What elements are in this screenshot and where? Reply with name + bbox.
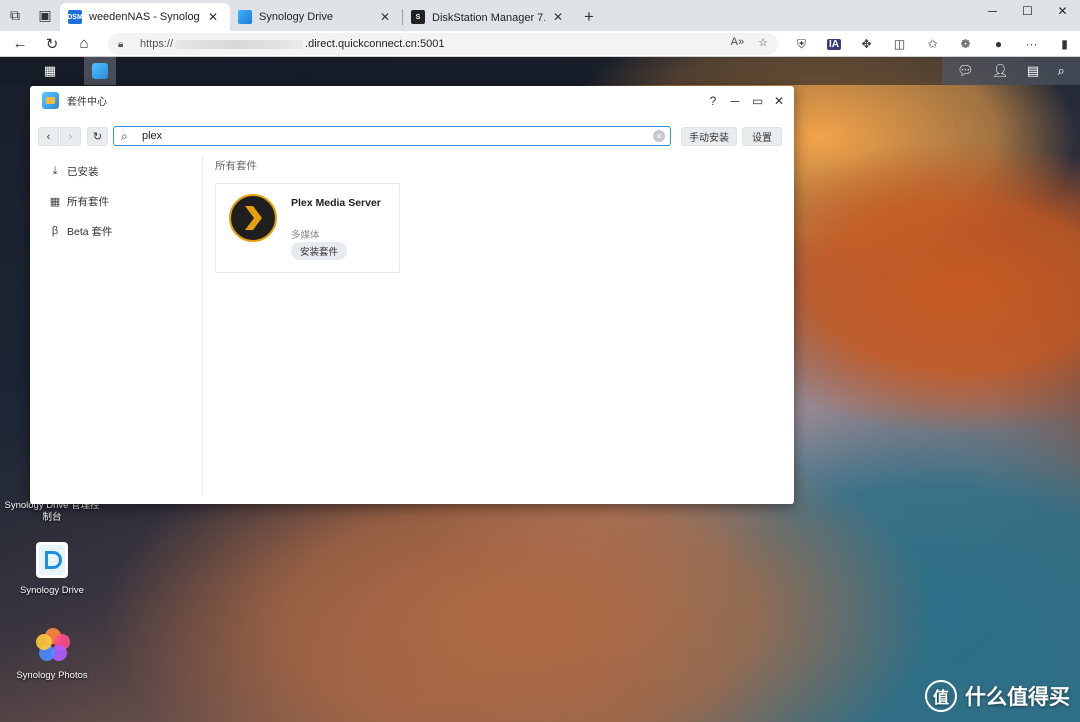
tab-diskstation-manager[interactable]: S DiskStation Manager 7.2 | 群晖科 ✕ xyxy=(403,3,575,31)
manual-install-button[interactable]: 手动安装 xyxy=(681,127,737,146)
package-toolbar: ‹ › ↻ ⌕ plex ✕ 手动安装 设置 xyxy=(38,125,788,147)
browser-minimize-button[interactable]: ─ xyxy=(975,0,1010,22)
package-center-app-icon xyxy=(42,92,59,109)
tab-label: weedenNAS - Synology NAS xyxy=(89,11,200,23)
package-category: 多媒体 xyxy=(291,230,320,241)
url-field[interactable]: 🔒︎ https:// .direct.quickconnect.cn:5001… xyxy=(108,33,778,55)
package-content: 所有套件 Plex Media Server 多媒体 安装套件 xyxy=(215,158,785,494)
reload-icon[interactable]: ↻ xyxy=(36,31,68,57)
beta-icon: β xyxy=(51,225,59,237)
watermark: 值 什么值得买 xyxy=(925,680,1070,712)
dsm-taskbar-right: 💬︎ 👤︎ ▤ ⌕ xyxy=(942,57,1080,85)
install-package-button[interactable]: 安装套件 xyxy=(291,242,347,260)
search-value[interactable]: plex xyxy=(142,130,653,142)
collections-icon[interactable]: ❁ xyxy=(949,37,982,51)
url-protocol: https:// xyxy=(140,38,174,50)
browser-window-controls: ─ ☐ ✕ xyxy=(975,0,1080,22)
browser-maximize-button[interactable]: ☐ xyxy=(1010,0,1045,22)
url-redacted-segment xyxy=(175,39,304,49)
sidebar-item-label: 所有套件 xyxy=(67,195,109,208)
tab-synology-drive[interactable]: Synology Drive ✕ xyxy=(230,3,402,31)
sidebar-item-all-packages[interactable]: ▦ 所有套件 xyxy=(30,186,202,216)
synology-photos-app-icon xyxy=(33,625,71,665)
main-menu-grid-icon[interactable]: ▦ xyxy=(32,57,68,85)
shield-extension-icon[interactable]: ⛨ xyxy=(785,37,818,52)
favorite-star-icon[interactable]: ☆ xyxy=(758,36,768,49)
synology-drive-app-icon xyxy=(33,540,71,580)
sidebar-item-label: 已安装 xyxy=(67,165,99,178)
dsm-favicon-icon: DSM xyxy=(67,10,83,24)
workspaces-icon[interactable]: ⧉ xyxy=(0,0,30,31)
notification-icon[interactable]: 💬︎ xyxy=(957,63,974,79)
desktop-icon-synology-photos[interactable]: Synology Photos xyxy=(0,625,107,681)
window-title-bar[interactable]: 套件中心 ? ─ ▭ ✕ xyxy=(30,86,794,115)
browser-tab-bar: ⧉ ▣ DSM weedenNAS - Synology NAS ✕ Synol… xyxy=(0,0,1080,31)
sidebar-item-installed[interactable]: ⤓ 已安装 xyxy=(30,156,202,186)
read-aloud-icon[interactable]: A» xyxy=(731,36,744,49)
desktop-icon-label: Synology Drive xyxy=(20,585,84,596)
desktop-icon-synology-drive[interactable]: Synology Drive xyxy=(0,540,107,596)
new-tab-icon[interactable]: + xyxy=(575,3,603,31)
browser-close-button[interactable]: ✕ xyxy=(1045,0,1080,22)
more-menu-icon[interactable]: ··· xyxy=(1015,37,1048,51)
split-screen-icon[interactable]: ◫ xyxy=(883,37,916,51)
tab-label: DiskStation Manager 7.2 | 群晖科 xyxy=(432,12,545,24)
home-icon[interactable]: ⌂ xyxy=(68,31,100,57)
tab-close-icon[interactable]: ✕ xyxy=(378,10,392,24)
synology-drive-favicon-icon xyxy=(238,10,252,24)
window-controls: ? ─ ▭ ✕ xyxy=(708,86,784,115)
maximize-button[interactable]: ▭ xyxy=(752,94,763,108)
search-icon: ⌕ xyxy=(121,128,128,143)
package-card-plex[interactable]: Plex Media Server 多媒体 安装套件 xyxy=(215,183,400,273)
package-name: Plex Media Server xyxy=(291,197,381,209)
tab-weedennas[interactable]: DSM weedenNAS - Synology NAS ✕ xyxy=(60,3,230,31)
tab-label: Synology Drive xyxy=(259,11,333,23)
watermark-text: 什么值得买 xyxy=(965,686,1070,709)
url-actions: A» ☆ xyxy=(731,36,768,49)
ia-extension-icon[interactable]: IA xyxy=(827,38,841,50)
s-favicon-icon: S xyxy=(411,10,425,24)
refresh-icon[interactable]: ↻ xyxy=(87,127,108,146)
section-title: 所有套件 xyxy=(215,160,257,172)
dsm-taskbar: ▦ 💬︎ 👤︎ ▤ ⌕ xyxy=(0,57,1080,85)
sidebar-toggle-icon[interactable]: ▮ xyxy=(1048,37,1080,51)
watermark-logo-icon: 值 xyxy=(925,680,957,712)
tab-close-icon[interactable]: ✕ xyxy=(551,10,565,24)
close-button[interactable]: ✕ xyxy=(774,94,784,108)
search-icon[interactable]: ⌕ xyxy=(1058,63,1065,79)
taskbar-package-center-icon[interactable] xyxy=(84,57,116,85)
package-search-input[interactable]: ⌕ plex ✕ xyxy=(113,126,671,146)
plex-logo-icon xyxy=(229,194,277,242)
back-chevron-icon[interactable]: ‹ xyxy=(38,127,59,146)
back-arrow-icon[interactable]: ← xyxy=(4,31,36,57)
settings-button[interactable]: 设置 xyxy=(742,127,782,146)
user-icon[interactable]: 👤︎ xyxy=(992,63,1009,79)
favorites-icon[interactable]: ✩ xyxy=(916,37,949,51)
download-icon: ⤓ xyxy=(52,164,58,177)
tab-actions-icon[interactable]: ▣ xyxy=(30,0,60,31)
url-host: .direct.quickconnect.cn:5001 xyxy=(305,38,445,50)
sidebar-item-beta[interactable]: β Beta 套件 xyxy=(30,216,202,246)
forward-chevron-icon[interactable]: › xyxy=(60,127,81,146)
sidebar-item-label: Beta 套件 xyxy=(67,225,113,238)
lock-icon: 🔒︎ xyxy=(118,38,124,50)
widgets-icon[interactable]: ▤ xyxy=(1027,63,1039,79)
profile-avatar-icon[interactable]: ● xyxy=(982,37,1015,51)
minimize-button[interactable]: ─ xyxy=(730,94,740,108)
browser-toolbar: ⛨ IA ✥ ◫ ✩ ❁ ● ··· ▮ xyxy=(785,31,1080,57)
desktop-icon-label: Synology Photos xyxy=(16,670,88,681)
clear-search-icon[interactable]: ✕ xyxy=(653,130,665,142)
help-button[interactable]: ? xyxy=(708,94,718,108)
package-sidebar: ⤓ 已安装 ▦ 所有套件 β Beta 套件 xyxy=(30,156,203,496)
grid-icon: ▦ xyxy=(49,195,61,208)
tab-close-icon[interactable]: ✕ xyxy=(206,10,220,24)
browser-address-bar: ← ↻ ⌂ 🔒︎ https:// .direct.quickconnect.c… xyxy=(0,31,1080,57)
window-title: 套件中心 xyxy=(67,97,107,108)
extensions-puzzle-icon[interactable]: ✥ xyxy=(850,37,883,51)
package-center-window: 套件中心 ? ─ ▭ ✕ ‹ › ↻ ⌕ plex ✕ 手动安装 设置 ⤓ 已安… xyxy=(30,86,794,504)
